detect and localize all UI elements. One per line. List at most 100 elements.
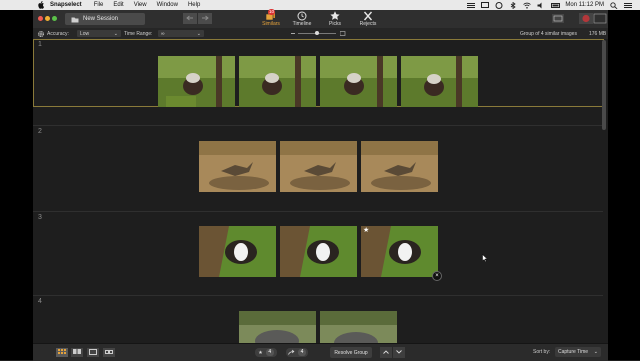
- timemachine-icon[interactable]: [495, 1, 503, 9]
- previous-group-button[interactable]: [380, 347, 392, 358]
- photo-thumbnail[interactable]: [158, 56, 235, 107]
- options-bar: Accuracy: Low ⌄ Time Range: ∞ ⌄ Group of…: [33, 28, 608, 39]
- time-range-label: Time Range:: [124, 30, 153, 37]
- zoom-in-icon[interactable]: [340, 28, 346, 39]
- settings-icon[interactable]: [37, 28, 45, 39]
- photo-thumbnail[interactable]: [401, 56, 478, 107]
- sort-by-label: Sort by:: [533, 349, 551, 355]
- resolve-group-button[interactable]: Resolve Group: [330, 347, 372, 358]
- photo-thumbnail[interactable]: [280, 226, 357, 277]
- next-group-button[interactable]: [393, 347, 405, 358]
- menu-view[interactable]: View: [134, 2, 147, 8]
- new-session-label: New Session: [83, 16, 119, 22]
- menubar: Snapselect File Edit View Window Help Mo…: [0, 0, 640, 10]
- menu-help[interactable]: Help: [188, 2, 200, 8]
- app-toolbar: New Session 10 Similars Timeline Picks R…: [33, 9, 608, 29]
- menu-window[interactable]: Window: [157, 2, 178, 8]
- battery-icon[interactable]: [551, 2, 561, 9]
- tab-timeline[interactable]: Timeline: [289, 10, 315, 28]
- zoom-out-icon[interactable]: [291, 28, 296, 39]
- photo-thumbnail[interactable]: [239, 311, 316, 343]
- pick-star-icon[interactable]: ★: [363, 227, 370, 234]
- chevron-up-icon: [383, 349, 389, 356]
- photo-thumbnail[interactable]: [320, 311, 397, 343]
- tab-timeline-label: Timeline: [292, 21, 312, 27]
- photo-thumbnail[interactable]: [199, 226, 276, 277]
- wifi-icon[interactable]: [523, 2, 532, 9]
- similars-grid: 1 2 3 ★ × 4: [33, 39, 608, 343]
- tab-similars-label: Similars: [262, 21, 280, 27]
- photo-thumbnail-picked[interactable]: ★ ×: [361, 226, 442, 281]
- star-icon: ★: [258, 349, 263, 356]
- bluetooth-icon[interactable]: [509, 1, 517, 9]
- bars-status-icon[interactable]: [467, 2, 476, 9]
- back-button[interactable]: [183, 13, 197, 24]
- zoom-window-button[interactable]: [52, 16, 57, 21]
- compare-view-button[interactable]: [71, 348, 83, 357]
- rejects-count: 4: [298, 349, 306, 356]
- tab-rejects[interactable]: Rejects: [356, 10, 380, 28]
- chevron-down-icon: [396, 349, 402, 356]
- star-icon: [329, 11, 341, 21]
- group-number: 2: [38, 128, 42, 135]
- photo-thumbnail[interactable]: [320, 56, 397, 107]
- chevron-down-icon: ⌄: [113, 30, 118, 37]
- menu-edit[interactable]: Edit: [113, 2, 123, 8]
- time-range-select[interactable]: ∞ ⌄: [158, 30, 204, 37]
- time-range-value: ∞: [161, 30, 165, 37]
- similar-group-3[interactable]: 3 ★ ×: [33, 212, 608, 295]
- group-number: 3: [38, 214, 42, 221]
- photo-thumbnail[interactable]: [239, 56, 316, 107]
- similar-group-2[interactable]: 2: [33, 126, 608, 211]
- memory-usage: 176 MB: [589, 30, 607, 37]
- clock-icon: [296, 11, 308, 21]
- mouse-cursor-icon: [482, 254, 488, 262]
- volume-icon[interactable]: [537, 2, 545, 9]
- notification-center-icon[interactable]: [624, 2, 632, 9]
- window-edge-right: [608, 10, 640, 360]
- grid-view-button[interactable]: [56, 348, 68, 357]
- forward-button[interactable]: [198, 13, 212, 24]
- apple-icon[interactable]: [38, 1, 46, 9]
- spotlight-icon[interactable]: [610, 1, 618, 9]
- record-button[interactable]: [579, 13, 593, 24]
- arrow-right-icon: [201, 15, 209, 23]
- accuracy-label: Accuracy:: [47, 30, 69, 37]
- filmstrip-view-button[interactable]: [103, 348, 115, 357]
- tab-picks-label: Picks: [329, 21, 341, 27]
- minimize-window-button[interactable]: [45, 16, 50, 21]
- menubar-clock[interactable]: Mon 11:12 PM: [565, 2, 604, 8]
- panel-toggle-button[interactable]: [593, 13, 607, 24]
- share-arrow-icon: [288, 349, 295, 357]
- menu-app-name[interactable]: Snapselect: [50, 2, 82, 8]
- picks-counter-button[interactable]: ★ 4: [255, 348, 277, 357]
- photo-thumbnail[interactable]: [280, 141, 357, 192]
- similar-group-1[interactable]: 1: [33, 39, 608, 108]
- accuracy-value: Low: [80, 30, 90, 37]
- tab-picks[interactable]: Picks: [324, 10, 346, 28]
- photo-thumbnail[interactable]: [199, 141, 276, 192]
- fullscreen-view-button[interactable]: [551, 13, 565, 24]
- rejects-counter-button[interactable]: 4: [286, 348, 308, 357]
- chevron-down-icon: ⌄: [593, 349, 598, 355]
- similar-group-4[interactable]: 4: [33, 296, 608, 343]
- new-session-button[interactable]: New Session: [65, 13, 145, 25]
- tab-similars[interactable]: 10 Similars: [259, 9, 283, 28]
- single-image-icon: [89, 348, 97, 357]
- single-view-button[interactable]: [87, 348, 99, 357]
- menu-file[interactable]: File: [94, 2, 104, 8]
- tab-rejects-label: Rejects: [359, 21, 377, 27]
- reject-x-icon[interactable]: ×: [432, 271, 442, 281]
- filmstrip-icon: [105, 349, 113, 357]
- photo-thumbnail[interactable]: [361, 141, 438, 192]
- accuracy-select[interactable]: Low ⌄: [77, 30, 121, 37]
- grid-icon: [58, 348, 66, 357]
- close-window-button[interactable]: [38, 16, 43, 21]
- arrow-left-icon: [186, 15, 194, 23]
- vertical-scrollbar[interactable]: [602, 40, 606, 130]
- screen-status-icon[interactable]: [481, 1, 490, 9]
- sort-by-select[interactable]: Capture Time ⌄: [555, 347, 601, 357]
- thumbnail-size-slider-knob[interactable]: [315, 31, 319, 35]
- picks-count: 4: [265, 349, 274, 356]
- group-status-text: Group of 4 similar images: [520, 30, 577, 37]
